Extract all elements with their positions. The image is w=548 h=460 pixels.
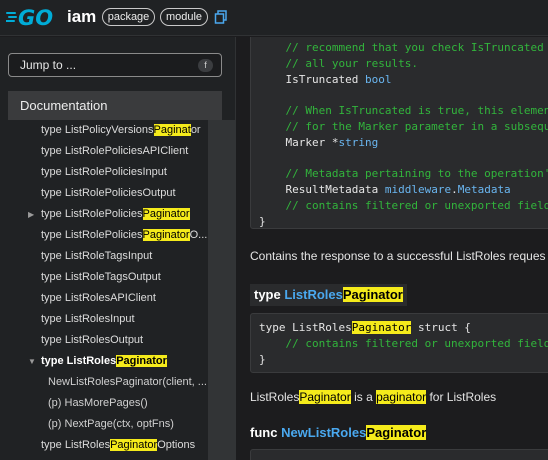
decl-keyword: type <box>254 287 285 302</box>
code-type-link[interactable]: string <box>338 136 378 149</box>
sidebar-tree-item[interactable]: ▼ type ListRolesPaginator <box>8 351 208 372</box>
documentation-heading[interactable]: Documentation <box>8 91 222 120</box>
code-line: // all your results. <box>259 56 418 70</box>
code-line: // contains filtered or unexported field… <box>259 199 548 212</box>
main-content: // recommend that you check IsTruncated … <box>237 37 548 460</box>
tree-item-label: (p) HasMorePages() <box>48 397 148 409</box>
sidebar-tree-item[interactable]: type ListPolicyVersionsPaginator <box>8 120 208 141</box>
func-highlight: Paginator <box>366 425 427 440</box>
tree-item-highlight: Paginat <box>153 124 191 136</box>
code2-line2: // contains filtered or unexported field… <box>259 337 548 350</box>
sidebar-tree-item[interactable]: type ListRolePoliciesOutput <box>8 183 208 204</box>
go-logo[interactable]: GO <box>6 4 62 30</box>
sidebar-tree-item[interactable]: type ListRoleTagsInput <box>8 246 208 267</box>
sidebar-tree-item[interactable]: (p) NextPage(ctx, optFns) <box>8 414 208 435</box>
sidebar-tree-item[interactable]: type ListRolePoliciesInput <box>8 162 208 183</box>
sidebar-tree-item[interactable]: (p) HasMorePages() <box>8 393 208 414</box>
documentation-tree: type ListPolicyVersionsPaginator type Lis… <box>8 120 208 460</box>
tree-item-label: type ListRolesOutput <box>41 334 144 346</box>
tree-item-label: type ListRolePolicies <box>41 208 143 220</box>
tree-item-label: type ListRolePoliciesOutput <box>41 187 176 199</box>
func-declaration-heading[interactable]: func NewListRolesPaginator <box>250 425 427 440</box>
tree-item-label: type ListRoles <box>41 439 111 451</box>
code-block-paginator-struct: type ListRolesPaginator struct { // cont… <box>250 313 548 373</box>
code-identifier: ResultMetadata <box>259 183 385 197</box>
code-block-output-struct: // recommend that you check IsTruncated … <box>250 37 548 229</box>
code-line: } <box>259 214 266 228</box>
tree-item-label: type ListRolesAPIClient <box>41 292 156 304</box>
code2-line1-post: struct { <box>411 321 471 334</box>
tree-item-label: type ListPolicyVersions <box>41 124 154 136</box>
decl-link[interactable]: ListRoles <box>284 287 343 302</box>
tree-item-label: type ListRolePoliciesInput <box>41 166 167 178</box>
sidebar-tree-item[interactable]: type ListRolesAPIClient <box>8 288 208 309</box>
code-identifier: Marker * <box>259 135 339 149</box>
tree-item-label: NewListRolesPaginator(client, ... <box>48 376 207 388</box>
sidebar-tree-item[interactable]: type ListRolesInput <box>8 309 208 330</box>
tree-item-label: type ListRoles <box>41 355 117 367</box>
caret-right-icon[interactable]: ▶ <box>28 204 34 225</box>
tree-item-suffix: or <box>190 124 201 136</box>
sidebar-tree-item[interactable]: type ListRolesOutput <box>8 330 208 351</box>
code2-line1-hl: Paginator <box>351 321 412 334</box>
tree-item-label: type ListRolesInput <box>41 313 135 325</box>
code-dot: . <box>451 183 458 197</box>
tree-item-label: type ListRoleTagsOutput <box>41 271 161 283</box>
tree-item-highlight: Paginator <box>110 439 158 451</box>
code-line: IsTruncated bool <box>259 72 391 88</box>
brand-title[interactable]: iam <box>67 7 96 27</box>
caret-down-icon[interactable]: ▼ <box>28 351 36 372</box>
sidebar-tree-item[interactable]: type ListRolesPaginatorOptions <box>8 435 208 456</box>
tree-item-label: type ListRoleTagsInput <box>41 250 153 262</box>
code-line: // recommend that you check IsTruncated … <box>259 41 548 54</box>
sidebar: Jump to ... f Documentation type ListPol… <box>0 37 236 460</box>
para2-d: paginator <box>376 390 427 404</box>
code-line: // Metadata pertaining to the operation'… <box>259 167 548 181</box>
code2-line3: } <box>259 353 266 366</box>
para2-b: Paginator <box>299 390 351 404</box>
code2-line1: type ListRolesPaginator struct { <box>259 320 471 336</box>
sidebar-tree-item[interactable]: type ListRoleTagsOutput <box>8 267 208 288</box>
code-type-link[interactable]: Metadata <box>458 183 511 196</box>
func-link[interactable]: NewListRoles <box>281 425 366 440</box>
jump-to-label: Jump to ... <box>20 58 77 72</box>
code-line: Marker *string <box>259 135 378 151</box>
decl-highlight: Paginator <box>342 287 403 302</box>
type-declaration-heading[interactable]: type ListRolesPaginator <box>250 284 407 306</box>
sidebar-tree-item[interactable]: type ListRolePoliciesAPIClient <box>8 141 208 162</box>
description-paragraph: Contains the response to a successful Li… <box>250 249 546 263</box>
code-line: // When IsTruncated is true, this elemen… <box>259 104 548 118</box>
module-chip: module <box>160 8 208 26</box>
code-identifier: IsTruncated <box>259 72 365 86</box>
tree-item-suffix: O... <box>189 229 208 241</box>
para2-e: for ListRoles <box>426 390 497 404</box>
top-header: GO iam package module <box>0 0 548 36</box>
logo-text: GO <box>18 6 53 30</box>
code-type-link[interactable]: middleware <box>385 183 451 196</box>
tree-item-highlight: Paginator <box>142 229 190 241</box>
tree-item-highlight: Paginator <box>116 355 167 367</box>
tree-item-label: type ListRolePolicies <box>41 229 143 241</box>
code-block-func-signature <box>250 449 548 460</box>
tree-item-label: type ListRolePoliciesAPIClient <box>41 145 189 157</box>
para2-c: is a <box>350 390 377 404</box>
code2-line1-pre: type ListRoles <box>259 321 352 334</box>
jump-to-input[interactable]: Jump to ... f <box>8 53 222 77</box>
tree-item-label: (p) NextPage(ctx, optFns) <box>48 418 174 430</box>
sidebar-tree-item[interactable]: ▶ type ListRolePoliciesPaginator <box>8 204 208 225</box>
code-line: // for the Marker parameter in a subsequ… <box>259 120 548 133</box>
package-chip: package <box>102 8 155 26</box>
func-keyword: func <box>250 425 282 440</box>
para2-a: ListRoles <box>250 390 300 404</box>
paginator-description: ListRolesPaginator is a paginator for Li… <box>250 390 496 404</box>
sidebar-tree-item[interactable]: type ListRolePoliciesPaginatorO... <box>8 225 208 246</box>
sidebar-scrollbar[interactable] <box>208 120 236 460</box>
tree-item-highlight: Paginator <box>142 208 190 220</box>
code-line: ResultMetadata middleware.Metadata <box>259 182 511 198</box>
code-type-link[interactable]: bool <box>365 73 392 86</box>
tree-item-suffix: Options <box>157 439 196 451</box>
copy-icon[interactable] <box>214 10 228 24</box>
sidebar-tree-item[interactable]: NewListRolesPaginator(client, ... <box>8 372 208 393</box>
jump-shortcut-key: f <box>198 59 213 72</box>
